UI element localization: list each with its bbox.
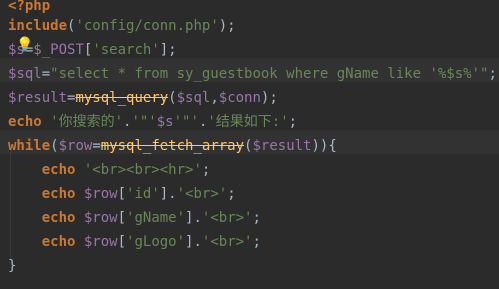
code-token: 'gName' bbox=[126, 210, 186, 226]
code-token: ]. bbox=[185, 234, 202, 250]
code-token: 'gLogo' bbox=[126, 234, 186, 250]
code-token: $conn bbox=[218, 90, 261, 106]
code-token: ]. bbox=[159, 186, 177, 202]
code-token: ; bbox=[252, 210, 261, 226]
code-token: echo bbox=[8, 114, 42, 130]
code-line[interactable]: echo '<br><br><hr>'; bbox=[8, 160, 211, 180]
code-token: 'id' bbox=[126, 186, 160, 202]
code-token: ); bbox=[218, 18, 236, 34]
code-token: ; bbox=[488, 66, 497, 82]
code-token: '<br><br><hr>' bbox=[83, 162, 202, 178]
code-token: ; bbox=[288, 114, 298, 130]
code-token: include bbox=[8, 18, 68, 34]
code-token: ]; bbox=[159, 42, 177, 58]
code-token: ; bbox=[252, 234, 261, 250]
code-token: $result bbox=[252, 138, 312, 154]
code-token: '"' bbox=[131, 114, 157, 130]
code-token: $_POST bbox=[33, 42, 84, 58]
code-token: echo bbox=[41, 162, 76, 178]
code-token: , bbox=[210, 90, 219, 106]
code-token: = bbox=[92, 138, 101, 154]
code-line[interactable]: <?php bbox=[8, 0, 50, 16]
code-line[interactable]: echo '你搜索的'.'"'$s'"'.'结果如下:'; bbox=[8, 112, 297, 132]
code-token: $row bbox=[83, 210, 118, 226]
code-line[interactable]: echo $row['id'].'<br>'; bbox=[8, 184, 236, 204]
code-token: $row bbox=[83, 234, 118, 250]
code-token: echo bbox=[41, 234, 76, 250]
code-token: = bbox=[41, 66, 51, 82]
code-token: $result bbox=[8, 90, 68, 106]
code-token: mysql_fetch_array bbox=[100, 138, 245, 154]
code-line[interactable]: } bbox=[8, 256, 16, 276]
code-token: [ bbox=[117, 234, 127, 250]
code-token: while bbox=[8, 138, 51, 154]
code-token: $row bbox=[83, 186, 118, 202]
code-token: '<br>' bbox=[176, 186, 228, 202]
code-token: '你搜索的' bbox=[50, 114, 124, 130]
code-token: ; bbox=[201, 162, 211, 178]
code-token: '"' bbox=[173, 114, 199, 130]
code-line[interactable]: $result=mysql_query($sql,$conn); bbox=[8, 88, 278, 108]
code-line[interactable]: while($row=mysql_fetch_array($result)){ bbox=[8, 136, 337, 156]
code-token: } bbox=[8, 258, 17, 274]
code-token: [ bbox=[117, 186, 127, 202]
code-token: $row bbox=[58, 138, 93, 154]
code-token: ( bbox=[168, 90, 177, 106]
code-token: '<br>' bbox=[201, 234, 253, 250]
code-token: [ bbox=[117, 210, 127, 226]
code-token: mysql_query bbox=[75, 90, 169, 106]
code-token: $s bbox=[156, 114, 174, 130]
code-token: ); bbox=[260, 90, 278, 106]
code-token: ; bbox=[227, 186, 236, 202]
code-token: ( bbox=[50, 138, 59, 154]
code-line[interactable]: $sql="select * from sy_guestbook where g… bbox=[8, 64, 497, 84]
code-token: echo bbox=[41, 210, 76, 226]
code-token: ]. bbox=[185, 210, 202, 226]
code-token: echo bbox=[41, 186, 76, 202]
code-token: '<br>' bbox=[201, 210, 253, 226]
code-line[interactable]: include('config/conn.php'); bbox=[8, 16, 236, 36]
code-line[interactable]: echo $row['gLogo'].'<br>'; bbox=[8, 232, 261, 252]
code-editor[interactable]: <?php include('config/conn.php'); $s=$_POS… bbox=[0, 0, 499, 289]
lightbulb-icon[interactable]: 💡 bbox=[16, 37, 33, 53]
code-token: $sql bbox=[176, 90, 211, 106]
code-line[interactable]: echo $row['gName'].'<br>'; bbox=[8, 208, 261, 228]
code-token: '结果如下:' bbox=[207, 114, 289, 130]
code-token: $sql bbox=[8, 66, 42, 82]
code-token: )){ bbox=[311, 138, 337, 154]
code-token: 'config/conn.php' bbox=[75, 18, 219, 34]
code-token: 'search' bbox=[92, 42, 160, 58]
code-token: "select * from sy_guestbook where gName … bbox=[50, 66, 489, 82]
code-token: <?php bbox=[8, 0, 51, 14]
